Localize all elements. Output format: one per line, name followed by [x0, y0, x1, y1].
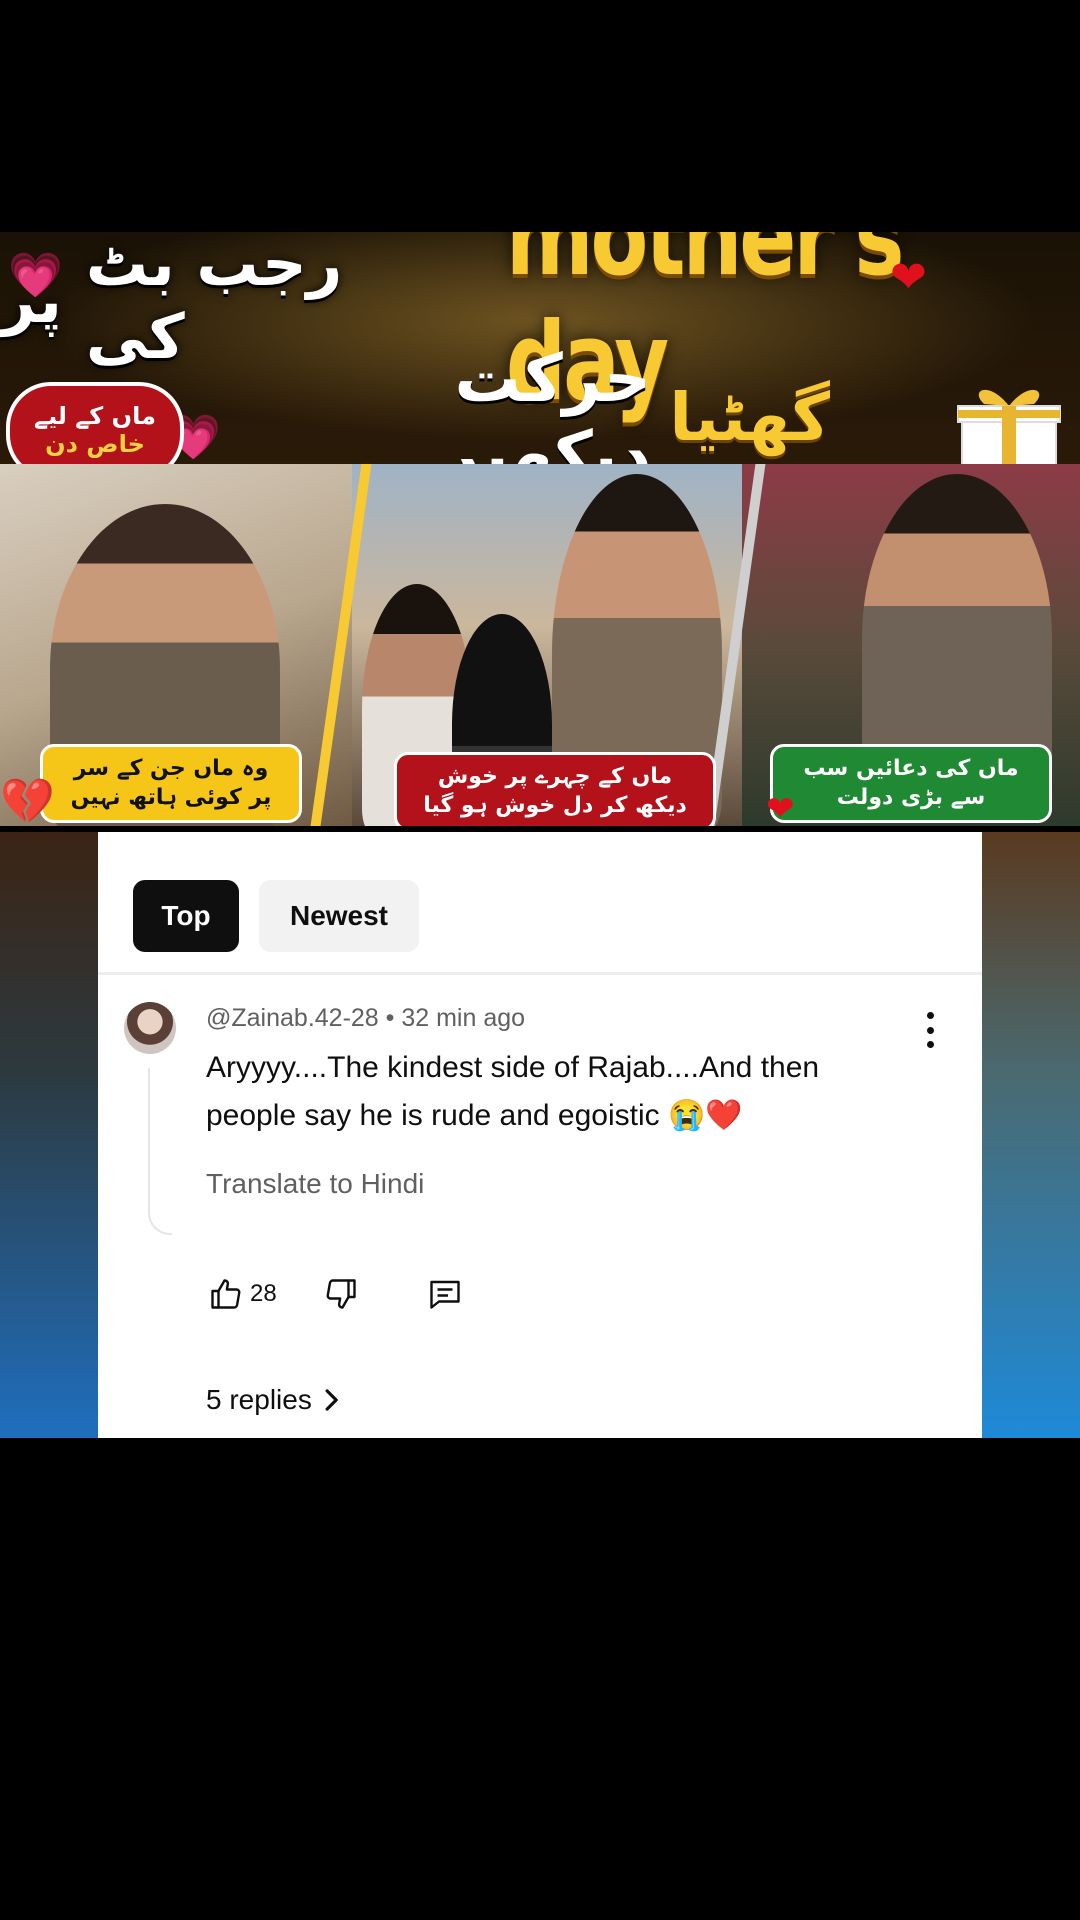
caption-left: وہ ماں جن کے سر پر کوئی ہاتھ نہیں	[40, 744, 302, 824]
comments-card: Top Newest @Zainab.42-28 • 32 min ago Ar…	[98, 832, 982, 1438]
reply-icon[interactable]	[425, 1274, 465, 1314]
heart-icon: ❤	[890, 253, 927, 302]
background-right	[982, 832, 1080, 1438]
caption-middle: ماں کے چہرے پر خوش دیکھ کر دل خوش ہو گیا	[394, 752, 716, 826]
more-vert-icon[interactable]	[924, 1012, 936, 1048]
thumbs-up-icon[interactable]	[206, 1274, 246, 1314]
heart-icon: ❤	[766, 790, 795, 826]
broken-heart-icon: 💔	[0, 777, 55, 826]
heart-icon: 💗	[8, 251, 63, 300]
like-count: 28	[250, 1280, 277, 1307]
sort-chip-top[interactable]: Top	[133, 880, 239, 952]
badge-line1: ماں کے لیے	[34, 402, 156, 431]
replies-link[interactable]: 5 replies	[206, 1384, 340, 1416]
thumbnail-title-line2: گھٹیا حرکت دیکھیں	[230, 340, 830, 494]
chevron-right-icon	[325, 1389, 338, 1411]
comment-actions: 28	[206, 1272, 465, 1316]
thumbnail-subtitle-gold: گھٹیا	[669, 378, 830, 456]
thread-line	[148, 1068, 172, 1235]
replies-label: 5 replies	[206, 1384, 312, 1415]
badge-line2: خاص دن	[45, 430, 145, 458]
background-left	[0, 832, 98, 1438]
translate-link[interactable]: Translate to Hindi	[206, 1168, 424, 1200]
video-thumbnail[interactable]: mother's day رجب بٹ کی پر گھٹیا حرکت دیک…	[0, 232, 1080, 826]
comment-meta[interactable]: @Zainab.42-28 • 32 min ago	[206, 1004, 525, 1033]
sort-chip-newest[interactable]: Newest	[259, 880, 419, 952]
avatar[interactable]	[124, 1002, 176, 1054]
divider	[98, 972, 982, 975]
thumbs-down-icon[interactable]	[321, 1274, 361, 1314]
comment-text: Aryyyy....The kindest side of Rajab....A…	[206, 1051, 820, 1132]
caption-right: ماں کی دعائیں سب سے بڑی دولت	[770, 744, 1052, 824]
